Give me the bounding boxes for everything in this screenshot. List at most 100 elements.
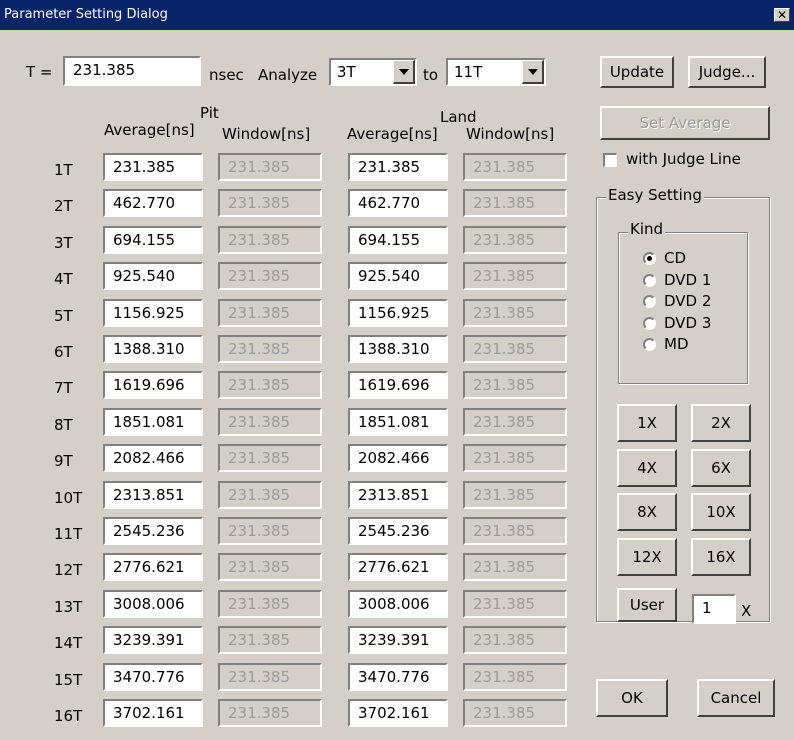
title-bar[interactable]: Parameter Setting Dialog ✕	[0, 0, 794, 30]
land-average-input[interactable]: 1851.081	[348, 408, 448, 436]
t-value-input[interactable]: 231.385	[63, 56, 201, 86]
update-button[interactable]: Update	[600, 56, 674, 88]
land-window-input[interactable]: 231.385	[463, 590, 567, 618]
pit-window-input[interactable]: 231.385	[218, 663, 322, 691]
land-average-header: Average[ns]	[347, 125, 438, 143]
cancel-button[interactable]: Cancel	[697, 679, 775, 717]
pit-average-input[interactable]: 3470.776	[103, 663, 203, 691]
user-multiplier-input[interactable]: 1	[692, 594, 736, 624]
pit-window-input[interactable]: 231.385	[218, 189, 322, 217]
land-window-input[interactable]: 231.385	[463, 481, 567, 509]
judge-button[interactable]: Judge...	[688, 56, 766, 88]
land-average-input[interactable]: 462.770	[348, 189, 448, 217]
pit-average-input[interactable]: 462.770	[103, 189, 203, 217]
pit-average-input[interactable]: 1619.696	[103, 371, 203, 399]
row-label: 3T	[54, 234, 73, 252]
land-window-input[interactable]: 231.385	[463, 626, 567, 654]
pit-window-input[interactable]: 231.385	[218, 481, 322, 509]
pit-window-input[interactable]: 231.385	[218, 299, 322, 327]
land-window-input[interactable]: 231.385	[463, 371, 567, 399]
pit-window-input[interactable]: 231.385	[218, 153, 322, 181]
kind-radio[interactable]	[643, 295, 656, 308]
land-average-input[interactable]: 1388.310	[348, 335, 448, 363]
chevron-down-icon[interactable]	[393, 60, 415, 84]
land-average-input[interactable]: 2776.621	[348, 553, 448, 581]
land-window-input[interactable]: 231.385	[463, 189, 567, 217]
pit-window-input[interactable]: 231.385	[218, 262, 322, 290]
kind-radio[interactable]	[643, 274, 656, 287]
land-window-input[interactable]: 231.385	[463, 553, 567, 581]
kind-radio[interactable]	[643, 338, 656, 351]
land-window-input[interactable]: 231.385	[463, 262, 567, 290]
pit-average-input[interactable]: 3702.161	[103, 699, 203, 727]
pit-average-input[interactable]: 1156.925	[103, 299, 203, 327]
speed-button[interactable]: 6X	[691, 448, 751, 487]
chevron-down-icon[interactable]	[522, 60, 544, 84]
pit-average-input[interactable]: 2545.236	[103, 517, 203, 545]
pit-average-input[interactable]: 2776.621	[103, 553, 203, 581]
land-average-input[interactable]: 925.540	[348, 262, 448, 290]
land-window-input[interactable]: 231.385	[463, 663, 567, 691]
with-judge-line-checkbox[interactable]	[603, 153, 617, 167]
pit-average-input[interactable]: 925.540	[103, 262, 203, 290]
ok-button[interactable]: OK	[596, 679, 668, 717]
speed-button[interactable]: 2X	[691, 404, 751, 442]
pit-window-input[interactable]: 231.385	[218, 408, 322, 436]
land-average-input[interactable]: 2545.236	[348, 517, 448, 545]
kind-title: Kind	[628, 220, 666, 238]
pit-window-input[interactable]: 231.385	[218, 553, 322, 581]
land-average-input[interactable]: 3008.006	[348, 590, 448, 618]
close-button[interactable]: ✕	[774, 8, 790, 22]
land-window-input[interactable]: 231.385	[463, 153, 567, 181]
window-title: Parameter Setting Dialog	[4, 7, 168, 22]
land-average-input[interactable]: 1156.925	[348, 299, 448, 327]
user-button[interactable]: User	[617, 588, 677, 622]
land-average-input[interactable]: 2082.466	[348, 444, 448, 472]
t-label: T =	[26, 63, 53, 81]
pit-window-input[interactable]: 231.385	[218, 444, 322, 472]
pit-window-input[interactable]: 231.385	[218, 226, 322, 254]
land-average-input[interactable]: 694.155	[348, 226, 448, 254]
speed-button[interactable]: 10X	[691, 493, 751, 532]
land-window-input[interactable]: 231.385	[463, 408, 567, 436]
land-window-input[interactable]: 231.385	[463, 699, 567, 727]
land-window-input[interactable]: 231.385	[463, 299, 567, 327]
kind-radio[interactable]	[643, 317, 656, 330]
pit-average-input[interactable]: 2082.466	[103, 444, 203, 472]
land-window-input[interactable]: 231.385	[463, 444, 567, 472]
multiplier-suffix: X	[741, 602, 752, 620]
row-label: 5T	[54, 307, 73, 325]
land-window-input[interactable]: 231.385	[463, 226, 567, 254]
pit-average-input[interactable]: 1851.081	[103, 408, 203, 436]
pit-window-input[interactable]: 231.385	[218, 590, 322, 618]
pit-window-input[interactable]: 231.385	[218, 335, 322, 363]
analyze-to-select[interactable]: 11T	[446, 58, 546, 86]
pit-average-input[interactable]: 1388.310	[103, 335, 203, 363]
land-average-input[interactable]: 3239.391	[348, 626, 448, 654]
set-average-button[interactable]: Set Average	[600, 106, 770, 140]
pit-window-input[interactable]: 231.385	[218, 626, 322, 654]
land-average-input[interactable]: 1619.696	[348, 371, 448, 399]
pit-average-input[interactable]: 2313.851	[103, 481, 203, 509]
land-window-input[interactable]: 231.385	[463, 335, 567, 363]
pit-average-input[interactable]: 231.385	[103, 153, 203, 181]
kind-radio[interactable]	[643, 252, 656, 265]
pit-window-input[interactable]: 231.385	[218, 517, 322, 545]
land-average-input[interactable]: 2313.851	[348, 481, 448, 509]
land-average-input[interactable]: 231.385	[348, 153, 448, 181]
speed-button[interactable]: 8X	[617, 493, 677, 532]
speed-button[interactable]: 1X	[617, 404, 677, 442]
speed-button[interactable]: 4X	[617, 448, 677, 487]
pit-window-input[interactable]: 231.385	[218, 699, 322, 727]
pit-average-input[interactable]: 694.155	[103, 226, 203, 254]
land-average-input[interactable]: 3702.161	[348, 699, 448, 727]
row-label: 2T	[54, 197, 73, 215]
pit-window-input[interactable]: 231.385	[218, 371, 322, 399]
pit-average-input[interactable]: 3239.391	[103, 626, 203, 654]
analyze-from-select[interactable]: 3T	[329, 58, 417, 86]
land-average-input[interactable]: 3470.776	[348, 663, 448, 691]
speed-button[interactable]: 16X	[691, 538, 751, 577]
speed-button[interactable]: 12X	[617, 538, 677, 577]
pit-average-input[interactable]: 3008.006	[103, 590, 203, 618]
land-window-input[interactable]: 231.385	[463, 517, 567, 545]
